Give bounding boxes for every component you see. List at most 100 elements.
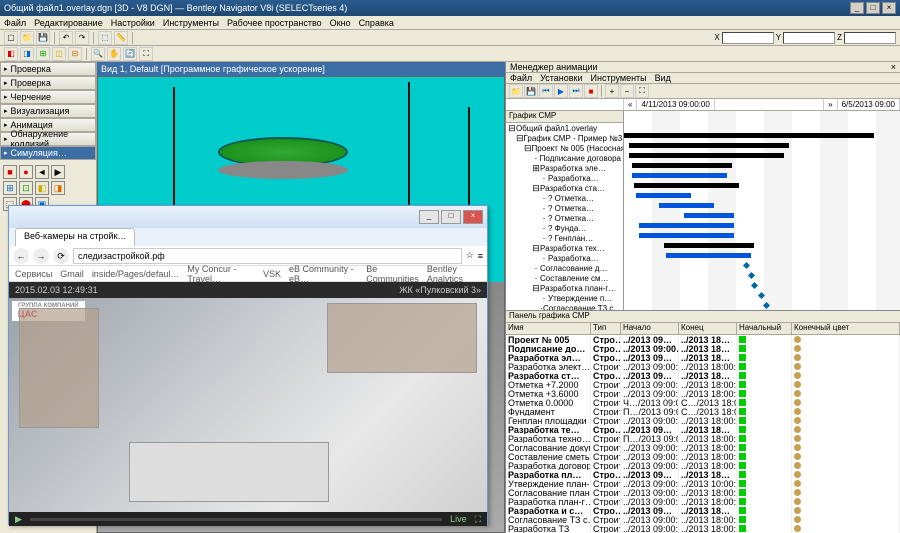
detail-row[interactable]: Разработка элект…Строит…../2013 09:00:00… <box>506 362 900 371</box>
gantt-bar[interactable] <box>639 233 734 238</box>
gantt-bar[interactable] <box>684 213 734 218</box>
browser-back-icon[interactable]: ← <box>13 248 29 264</box>
detail-row[interactable]: Разработка и с…Стро…../2013 09…../2013 1… <box>506 506 900 515</box>
detail-row[interactable]: ФундаментСтроит…П…/2013 09:00…С…/2013 18… <box>506 407 900 416</box>
tree-row[interactable]: ·? Генплан… <box>506 233 623 243</box>
col-name[interactable]: Имя <box>506 323 591 334</box>
detail-row[interactable]: Разработка эл…Стро…../2013 09…../2013 18… <box>506 353 900 362</box>
sim-stop-icon[interactable]: ■ <box>3 165 17 179</box>
col-end[interactable]: Конец <box>679 323 737 334</box>
gantt-bar[interactable] <box>632 173 727 178</box>
col-type[interactable]: Тип <box>591 323 621 334</box>
tree-row[interactable]: ·? Отметка… <box>506 213 623 223</box>
detail-row[interactable]: Разработка договораСтроит…../2013 09:00:… <box>506 461 900 470</box>
anim-tb-zoom-in-icon[interactable]: + <box>605 84 619 98</box>
coord-y-input[interactable] <box>783 32 835 44</box>
detail-row[interactable]: Проект № 005Стро…../2013 09…../2013 18… <box>506 335 900 344</box>
menu-Редактирование[interactable]: Редактирование <box>34 18 103 28</box>
bookmark-item[interactable]: Be Communities <box>366 264 419 284</box>
bookmark-item[interactable]: Сервисы <box>15 269 52 279</box>
col-end-color[interactable]: Конечный цвет <box>792 323 900 334</box>
gantt-bar[interactable] <box>632 163 732 168</box>
anim-tb-zoom-out-icon[interactable]: − <box>620 84 634 98</box>
tree-row[interactable]: ⊟Общий файл1.overlay <box>506 123 623 133</box>
sim-play-icon[interactable]: ▶ <box>51 165 65 179</box>
date-to-nav-icon[interactable]: » <box>824 99 837 110</box>
gantt-bar[interactable] <box>624 133 874 138</box>
menu-Справка[interactable]: Справка <box>359 18 394 28</box>
detail-row[interactable]: Отметка +7.2000Строит…../2013 09:00:00..… <box>506 380 900 389</box>
tb-view5-icon[interactable]: ⊟ <box>68 47 82 61</box>
tb-select-icon[interactable]: ⬚ <box>98 31 112 45</box>
tree-row[interactable]: ⊞Разработка эле… <box>506 163 623 173</box>
tb-undo-icon[interactable]: ↶ <box>59 31 73 45</box>
col-start-color[interactable]: Начальный цвет <box>737 323 792 334</box>
col-start[interactable]: Начало <box>621 323 679 334</box>
gantt-bar[interactable] <box>666 253 751 258</box>
tree-row[interactable]: ·Разработка… <box>506 253 623 263</box>
coord-x-input[interactable] <box>722 32 774 44</box>
panel-Черчение[interactable]: Черчение <box>0 90 96 104</box>
panel-Проверка[interactable]: Проверка <box>0 76 96 90</box>
gantt-bar[interactable] <box>664 243 754 248</box>
viewport-titlebar[interactable]: Вид 1, Default [Программное графическое … <box>97 62 505 76</box>
webcam-play-icon[interactable]: ▶ <box>15 514 22 525</box>
detail-row[interactable]: Подписание до…Стро…../2013 09:00…../2013… <box>506 344 900 353</box>
simulation-panel-header[interactable]: Симуляция… <box>0 146 96 160</box>
bookmark-item[interactable]: Gmail <box>60 269 84 279</box>
date-from-nav-icon[interactable]: « <box>624 99 637 110</box>
menu-Окно[interactable]: Окно <box>330 18 351 28</box>
tb-redo-icon[interactable]: ↷ <box>75 31 89 45</box>
sim-prev-icon[interactable]: ◄ <box>35 165 49 179</box>
tree-row[interactable]: ⊟Разработка тех… <box>506 243 623 253</box>
webcam-progress[interactable] <box>30 518 442 521</box>
bookmark-item[interactable]: eB Community - eB… <box>289 264 358 284</box>
tb-new-icon[interactable]: ▢ <box>4 31 18 45</box>
tb-save-icon[interactable]: 💾 <box>36 31 50 45</box>
anim-tb-save-icon[interactable]: 💾 <box>524 84 538 98</box>
anim-menu-Установки[interactable]: Установки <box>540 73 582 83</box>
minimize-button[interactable]: _ <box>850 2 864 14</box>
detail-row[interactable]: Разработка ст…Стро…../2013 09…../2013 18… <box>506 371 900 380</box>
tree-row[interactable]: ·Согласование д… <box>506 263 623 273</box>
gantt-bar[interactable] <box>629 153 784 158</box>
browser-url-input[interactable] <box>73 248 462 264</box>
anim-tb-play-icon[interactable]: ▶ <box>554 84 568 98</box>
menu-Инструменты[interactable]: Инструменты <box>163 18 219 28</box>
sim-btn1-icon[interactable]: ⊞ <box>3 181 17 195</box>
tb-pan-icon[interactable]: ✋ <box>107 47 121 61</box>
maximize-button[interactable]: □ <box>866 2 880 14</box>
tree-row[interactable]: ·? Отметка… <box>506 203 623 213</box>
anim-tb-ff-icon[interactable]: ⏭ <box>569 84 583 98</box>
detail-row[interactable]: Согласование план…Строит…../2013 09:00:0… <box>506 488 900 497</box>
gantt-milestone[interactable] <box>748 272 755 279</box>
browser-max-button[interactable]: □ <box>441 210 461 224</box>
tree-row[interactable]: ·Разработка… <box>506 173 623 183</box>
detail-row[interactable]: Разработка пл…Стро…../2013 09…../2013 18… <box>506 470 900 479</box>
close-button[interactable]: × <box>882 2 896 14</box>
detail-row[interactable]: Согласование ТЗ с…Строит…../2013 09:00:0… <box>506 515 900 524</box>
anim-menu-Файл[interactable]: Файл <box>510 73 532 83</box>
anim-menu-Инструменты[interactable]: Инструменты <box>591 73 647 83</box>
tree-row[interactable]: ⊟Проект № 005 (Насосная) <box>506 143 623 153</box>
detail-row[interactable]: Разработка план-г…Строит…../2013 09:00:0… <box>506 497 900 506</box>
gantt-bar[interactable] <box>629 143 789 148</box>
webcam-fullscreen-icon[interactable]: ⛶ <box>475 514 481 525</box>
detail-grid[interactable]: Проект № 005Стро…../2013 09…../2013 18…П… <box>506 335 900 533</box>
detail-row[interactable]: Утверждение план-г…Строит…../2013 09:00:… <box>506 479 900 488</box>
tree-row[interactable]: ·Согласование Т3 с… <box>506 303 623 310</box>
tb-view2-icon[interactable]: ◨ <box>20 47 34 61</box>
tb-zoom-icon[interactable]: 🔍 <box>91 47 105 61</box>
gantt-milestone[interactable] <box>751 282 758 289</box>
tb-fit-icon[interactable]: ⛶ <box>139 47 153 61</box>
browser-reload-icon[interactable]: ⟳ <box>53 248 69 264</box>
sim-btn3-icon[interactable]: ◧ <box>35 181 49 195</box>
detail-row[interactable]: Отметка 0.0000Строит…Ч…/2013 09:00…С…/20… <box>506 398 900 407</box>
bookmark-item[interactable]: Bentley Analytics <box>427 264 481 284</box>
tree-row[interactable]: ⊟Разработка ста… <box>506 183 623 193</box>
browser-forward-icon[interactable]: → <box>33 248 49 264</box>
detail-row[interactable]: Составление сметыСтроит…../2013 09:00:00… <box>506 452 900 461</box>
sim-btn4-icon[interactable]: ◨ <box>51 181 65 195</box>
coord-z-input[interactable] <box>844 32 896 44</box>
gantt-bar[interactable] <box>634 183 739 188</box>
